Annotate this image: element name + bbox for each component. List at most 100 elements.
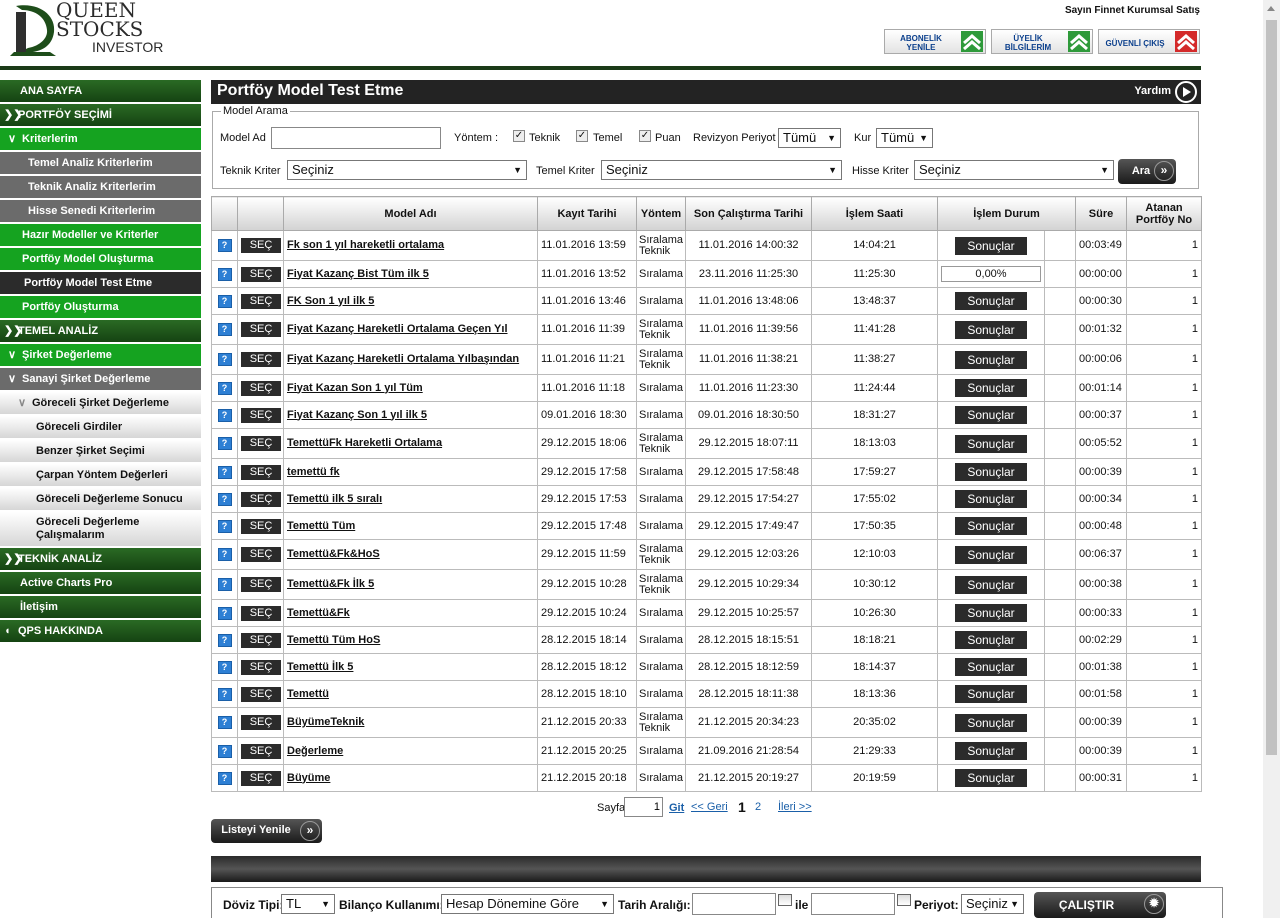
model-name-link[interactable]: Temettü&Fk [287,607,350,619]
model-name-input[interactable] [271,127,441,149]
currency-type-select[interactable]: TL ▼ [281,894,335,914]
calendar-icon[interactable] [778,894,792,906]
results-button[interactable]: Sonuçlar [955,713,1027,732]
select-button[interactable]: SEÇ [241,547,281,562]
sidebar-item-qps-hakkinda[interactable]: ◖ QPS HAKKINDA [0,620,201,644]
info-icon[interactable]: ? [217,716,232,729]
model-name-link[interactable]: Fiyat Kazanç Son 1 yıl ilk 5 [287,409,427,421]
next-page-link[interactable]: İleri >> [778,801,812,813]
model-name-link[interactable]: TemettüFk Hareketli Ortalama [287,437,442,449]
model-name-link[interactable]: Değerleme [287,745,343,757]
model-name-link[interactable]: temettü fk [287,466,340,478]
model-name-link[interactable]: Fiyat Kazanç Hareketli Ortalama Yılbaşın… [287,353,519,365]
sidebar-item-hisse-senedi-kriterlerim[interactable]: Hisse Senedi Kriterlerim [0,200,201,224]
sidebar-item-portfoy-model-olusturma[interactable]: Portföy Model Oluşturma [0,248,201,272]
page-2-link[interactable]: 2 [755,801,761,813]
model-name-link[interactable]: Büyüme [287,772,330,784]
refresh-list-button[interactable]: Listeyi Yenile » [211,819,322,843]
date-start-input[interactable] [692,893,776,915]
info-icon[interactable]: ? [217,578,232,591]
results-button[interactable]: Sonuçlar [955,658,1027,676]
page-number-input[interactable] [624,797,663,817]
select-button[interactable]: SEÇ [241,407,281,423]
currency-select[interactable]: Tümü ▼ [876,128,933,148]
results-button[interactable]: Sonuçlar [955,292,1027,310]
results-button[interactable]: Sonuçlar [955,631,1027,649]
sidebar-item-goreceli-degerleme-calismalarim[interactable]: Göreceli Değerleme Çalışmalarım [0,512,201,548]
select-button[interactable]: SEÇ [241,715,281,730]
sidebar-item-portfoy-olusturma[interactable]: Portföy Oluşturma [0,296,201,320]
results-button[interactable]: Sonuçlar [955,434,1027,453]
select-button[interactable]: SEÇ [241,686,281,702]
info-icon[interactable]: ? [217,323,232,336]
info-icon[interactable]: ? [217,744,232,758]
secure-logout-button[interactable]: GÜVENLİ ÇIKIŞ [1098,29,1200,54]
model-name-link[interactable]: Fk son 1 yıl hareketli ortalama [287,239,444,251]
run-button[interactable]: ÇALIŞTIR ✹ [1034,892,1166,918]
queen-stocks-logo[interactable]: QUEEN STOCKS INVESTOR [8,0,178,60]
model-name-link[interactable]: Fiyat Kazanç Hareketli Ortalama Geçen Yı… [287,323,508,335]
model-name-link[interactable]: Temettü Tüm HoS [287,634,380,646]
info-icon[interactable]: ? [217,239,232,252]
results-button[interactable]: Sonuçlar [955,742,1027,760]
calendar-icon[interactable] [897,894,911,906]
select-button[interactable]: SEÇ [241,238,281,253]
results-button[interactable]: Sonuçlar [955,769,1027,787]
results-button[interactable]: Sonuçlar [955,575,1027,594]
model-name-link[interactable]: FK Son 1 yıl ilk 5 [287,295,374,307]
info-icon[interactable]: ? [217,408,232,422]
results-button[interactable]: Sonuçlar [955,685,1027,703]
model-name-link[interactable]: Temettü&Fk İlk 5 [287,578,374,590]
play-circle-icon[interactable] [1175,81,1197,103]
header-process-time[interactable]: İşlem Saati [811,196,938,231]
sidebar-item-goreceli-sirket-degerleme[interactable]: ∨ Göreceli Şirket Değerleme [0,392,201,416]
technical-criteria-select[interactable]: Seçiniz ▼ [287,160,527,180]
sidebar-item-teknik-analiz[interactable]: ❯❯TEKNİK ANALİZ [0,548,201,572]
header-duration[interactable]: Süre [1075,196,1128,231]
select-button[interactable]: SEÇ [241,632,281,648]
sidebar-item-temel-analiz-kriterlerim[interactable]: Temel Analiz Kriterlerim [0,152,201,176]
sidebar-item-benzer-sirket-secimi[interactable]: Benzer Şirket Seçimi [0,440,201,464]
header-process-status[interactable]: İşlem Durum [936,196,1077,231]
select-button[interactable]: SEÇ [241,380,281,396]
sidebar-item-sirket-degerleme[interactable]: ∨ Şirket Değerleme [0,344,201,368]
method-temel-checkbox[interactable]: ✓ [576,130,588,142]
go-link[interactable]: Git [669,802,684,814]
info-icon[interactable]: ? [217,465,232,479]
select-button[interactable]: SEÇ [241,743,281,759]
stock-criteria-select[interactable]: Seçiniz ▼ [914,160,1114,180]
results-button[interactable]: Sonuçlar [955,320,1027,339]
model-name-link[interactable]: Fiyat Kazanç Bist Tüm ilk 5 [287,268,429,280]
results-button[interactable]: Sonuçlar [955,350,1027,369]
select-button[interactable]: SEÇ [241,266,281,282]
info-icon[interactable]: ? [217,633,232,647]
select-button[interactable]: SEÇ [241,322,281,337]
model-name-link[interactable]: Temettü [287,688,329,700]
info-icon[interactable]: ? [217,492,232,506]
results-button[interactable]: Sonuçlar [955,379,1027,397]
model-name-link[interactable]: Temettü İlk 5 [287,661,353,673]
sidebar-item-teknik-analiz-kriterlerim[interactable]: Teknik Analiz Kriterlerim [0,176,201,200]
sidebar-item-temel-analiz[interactable]: ❯❯TEMEL ANALİZ [0,320,201,344]
info-icon[interactable]: ? [217,687,232,701]
revision-period-select[interactable]: Tümü ▼ [778,128,841,148]
select-button[interactable]: SEÇ [241,491,281,507]
balance-usage-select[interactable]: Hesap Dönemine Göre ▼ [441,894,614,914]
header-method[interactable]: Yöntem [636,196,686,231]
select-button[interactable]: SEÇ [241,518,281,534]
period-select[interactable]: Seçiniz ▼ [961,894,1024,914]
sidebar-item-goreceli-degerleme-sonucu[interactable]: Göreceli Değerleme Sonucu [0,488,201,512]
results-button[interactable]: Sonuçlar [955,545,1027,564]
info-icon[interactable]: ? [217,519,232,533]
select-button[interactable]: SEÇ [241,464,281,480]
header-last-run-date[interactable]: Son Çalıştırma Tarihi [685,196,812,231]
info-icon[interactable]: ? [217,353,232,366]
date-end-input[interactable] [811,893,895,915]
results-button[interactable]: Sonuçlar [955,236,1027,255]
fundamental-criteria-select[interactable]: Seçiniz ▼ [601,160,842,180]
results-button[interactable]: Sonuçlar [955,604,1027,622]
results-button[interactable]: Sonuçlar [955,517,1027,535]
model-name-link[interactable]: Temettü ilk 5 sıralı [287,493,382,505]
results-button[interactable]: Sonuçlar [955,406,1027,424]
model-name-link[interactable]: BüyümeTeknik [287,716,364,728]
